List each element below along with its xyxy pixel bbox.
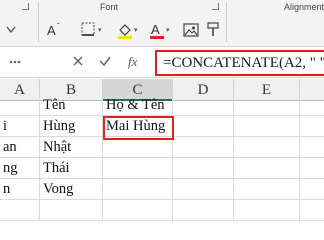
cell-f4[interactable] <box>300 158 324 179</box>
cell-c4[interactable] <box>103 158 173 179</box>
font-dialog-launcher-icon[interactable] <box>212 3 219 10</box>
font-size-decrease-icon[interactable]: Aˇ <box>46 21 64 39</box>
formula-text: =CONCATENATE(A2, " ", <box>163 55 324 71</box>
spreadsheet-grid: A B C D E Tên Họ & Tên i Hùng Mai Hùng a… <box>0 79 324 235</box>
cell-d4[interactable] <box>173 158 234 179</box>
expand-arrow-icon[interactable] <box>4 21 22 39</box>
cell-a4[interactable]: ng <box>0 158 40 179</box>
cell-d5[interactable] <box>173 179 234 200</box>
cell-d2[interactable] <box>173 116 234 137</box>
format-painter-icon[interactable] <box>206 21 224 39</box>
formula-input[interactable]: =CONCATENATE(A2, " ", <box>155 50 324 76</box>
cell-b4[interactable]: Thái <box>40 158 103 179</box>
clipboard-dialog-launcher-icon[interactable] <box>22 3 29 10</box>
ribbon-separator <box>226 2 227 42</box>
cell-b3[interactable]: Nhật <box>40 137 103 158</box>
cell-c3[interactable] <box>103 137 173 158</box>
cell-b1[interactable]: Tên <box>40 95 103 116</box>
svg-text:ˇ: ˇ <box>57 22 60 31</box>
cell-e6[interactable] <box>234 200 300 221</box>
font-color-icon[interactable]: A <box>148 21 166 39</box>
cell-c6[interactable] <box>103 200 173 221</box>
cell-b6[interactable] <box>40 200 103 221</box>
formula-bar: fx =CONCATENATE(A2, " ", <box>0 47 324 78</box>
cell-d6[interactable] <box>173 200 234 221</box>
cell-d1[interactable] <box>173 95 234 116</box>
fill-color-dropdown-chevron-icon[interactable]: ▾ <box>134 27 141 34</box>
cell-c2[interactable]: Mai Hùng <box>103 116 173 137</box>
cell-f2[interactable] <box>300 116 324 137</box>
fill-color-icon[interactable] <box>116 21 134 39</box>
cell-f6[interactable] <box>300 200 324 221</box>
font-color-dropdown-chevron-icon[interactable]: ▾ <box>166 27 173 34</box>
cell-b2[interactable]: Hùng <box>40 116 103 137</box>
cell-e5[interactable] <box>234 179 300 200</box>
cell-a2[interactable]: i <box>0 116 40 137</box>
cell-a6[interactable] <box>0 200 40 221</box>
more-options-icon[interactable] <box>6 53 24 71</box>
cell-e1[interactable] <box>234 95 300 116</box>
cell-b5[interactable]: Vong <box>40 179 103 200</box>
svg-text:A: A <box>47 23 56 38</box>
cancel-icon[interactable] <box>71 54 85 68</box>
ribbon-separator <box>38 2 39 42</box>
cell-e2[interactable] <box>234 116 300 137</box>
cell-d3[interactable] <box>173 137 234 158</box>
borders-icon[interactable] <box>80 21 98 39</box>
enter-check-icon[interactable] <box>98 54 112 68</box>
cell-f1[interactable] <box>300 95 324 116</box>
cell-f5[interactable] <box>300 179 324 200</box>
insert-function-icon[interactable]: fx <box>128 54 137 70</box>
picture-icon[interactable] <box>182 21 200 39</box>
ribbon: Font Alignment Aˇ ▾ ▾ A ▾ <box>0 0 324 47</box>
cell-c5[interactable] <box>103 179 173 200</box>
cell-e3[interactable] <box>234 137 300 158</box>
cell-a5[interactable]: n <box>0 179 40 200</box>
cell-a3[interactable]: an <box>0 137 40 158</box>
alignment-group-label: Alignment <box>284 2 324 12</box>
borders-dropdown-chevron-icon[interactable]: ▾ <box>98 27 105 34</box>
svg-text:A: A <box>151 22 160 37</box>
font-group-label: Font <box>100 2 119 12</box>
cell-f3[interactable] <box>300 137 324 158</box>
cell-e4[interactable] <box>234 158 300 179</box>
cell-c1[interactable]: Họ & Tên <box>103 95 173 116</box>
cell-a1[interactable] <box>0 95 40 116</box>
